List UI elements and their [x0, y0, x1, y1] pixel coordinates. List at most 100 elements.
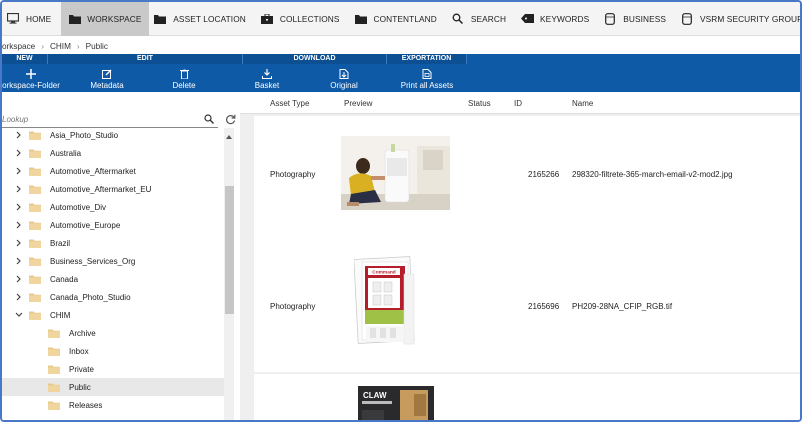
chevron-right-icon[interactable]: [14, 202, 24, 212]
folder-icon: [48, 329, 60, 338]
tree-item[interactable]: Brazil: [2, 234, 224, 252]
chevron-right-icon[interactable]: [14, 256, 24, 266]
chevron-down-icon[interactable]: [14, 310, 24, 320]
table-row[interactable]: Photography Command 2165696 PH209-28NA_C…: [254, 240, 800, 372]
tree-item[interactable]: Automotive_Div: [2, 198, 224, 216]
basket-button[interactable]: Basket: [246, 66, 288, 92]
table-header: Asset Type Preview Status ID Name: [240, 92, 800, 114]
edit-icon: [102, 69, 112, 79]
lookup-input[interactable]: [2, 112, 192, 127]
tree-item[interactable]: Asia_Photo_Studio: [2, 126, 224, 144]
asset-preview-image[interactable]: [341, 136, 450, 210]
tree-item-label: Automotive_Europe: [50, 220, 121, 230]
folder-icon: [48, 383, 60, 392]
tree-item[interactable]: Canada_Photo_Studio: [2, 288, 224, 306]
nav-workspace[interactable]: WORKSPACE: [61, 2, 150, 36]
app-window: HOME WORKSPACE ASSET LOCATION COLLECTION…: [0, 0, 802, 422]
tree-item-label: Archive: [69, 328, 96, 338]
folder-tree: Asia_Photo_Studio Australia Automotive_Aft…: [2, 126, 224, 414]
top-nav: HOME WORKSPACE ASSET LOCATION COLLECTION…: [2, 2, 800, 36]
original-button[interactable]: Original: [322, 66, 366, 92]
col-id[interactable]: ID: [514, 99, 522, 108]
tree-item-label: Automotive_Div: [50, 202, 107, 212]
nav-workspace-label: WORKSPACE: [87, 13, 142, 24]
breadcrumb-chim[interactable]: CHIM: [50, 42, 71, 51]
chevron-right-icon[interactable]: [14, 238, 24, 248]
nav-home[interactable]: HOME: [2, 2, 61, 36]
cell-asset-type: Photography: [270, 170, 316, 179]
nav-search[interactable]: SEARCH: [447, 2, 516, 36]
tree-item[interactable]: Private: [2, 360, 224, 378]
chevron-right-icon: ›: [41, 41, 44, 51]
tree-item-label: Automotive_Aftermarket: [50, 166, 136, 176]
tree-item[interactable]: CHIM: [2, 306, 224, 324]
chevron-right-icon[interactable]: [14, 166, 24, 176]
asset-preview-image[interactable]: CLAW: [356, 386, 436, 420]
folder-icon: [29, 239, 41, 248]
col-status[interactable]: Status: [468, 99, 491, 108]
nav-vsrm-security-groups[interactable]: VSRM SECURITY GROUPS: [676, 2, 800, 36]
folder-icon: [48, 401, 60, 410]
delete-label: Delete: [172, 80, 196, 90]
tree-item-label: Canada: [50, 274, 79, 284]
tree-item-label: Private: [69, 364, 94, 374]
tree-item[interactable]: Inbox: [2, 342, 224, 360]
tree-item[interactable]: Archive: [2, 324, 224, 342]
cell-name[interactable]: 298320-filtrete-365-march-email-v2-mod2.…: [572, 170, 733, 179]
tree-item-label: Public: [69, 382, 91, 392]
chevron-right-icon[interactable]: [14, 220, 24, 230]
tree-item[interactable]: Canada: [2, 270, 224, 288]
nav-keywords-label: KEYWORDS: [540, 13, 590, 24]
folder-icon: [29, 311, 41, 320]
database-icon: [680, 12, 694, 25]
new-workspace-folder-button[interactable]: orkspace-Folder: [2, 66, 60, 92]
nav-contentland[interactable]: CONTENTLAND: [350, 2, 447, 36]
folder-icon: [29, 275, 41, 284]
tree-item[interactable]: Business_Services_Org: [2, 252, 224, 270]
chevron-right-icon[interactable]: [14, 148, 24, 158]
breadcrumb-public[interactable]: Public: [86, 42, 108, 51]
briefcase-icon: [260, 13, 274, 25]
tree-item[interactable]: Releases: [2, 396, 224, 414]
folder-icon: [48, 365, 60, 374]
cell-name[interactable]: PH209-28NA_CFIP_RGB.tif: [572, 302, 672, 311]
breadcrumb-workspace[interactable]: orkspace: [2, 42, 35, 51]
tree-item[interactable]: Automotive_Europe: [2, 216, 224, 234]
basket-label: Basket: [254, 80, 280, 90]
delete-button[interactable]: Delete: [162, 66, 206, 92]
col-preview[interactable]: Preview: [344, 99, 372, 108]
nav-business[interactable]: BUSINESS: [599, 2, 676, 36]
tree-item[interactable]: Automotive_Aftermarket_EU: [2, 180, 224, 198]
search-icon[interactable]: [204, 114, 214, 126]
chevron-right-icon[interactable]: [14, 274, 24, 284]
trash-icon: [179, 68, 189, 79]
col-asset-type[interactable]: Asset Type: [270, 99, 309, 108]
nav-business-label: BUSINESS: [623, 13, 667, 24]
table-row[interactable]: Photography 2165266 298320-filtrete-365-…: [254, 116, 800, 240]
chevron-right-icon[interactable]: [14, 292, 24, 302]
chevron-right-icon[interactable]: [14, 130, 24, 140]
folder-icon: [29, 167, 41, 176]
nav-asset-location-label: ASSET LOCATION: [173, 13, 246, 24]
col-name[interactable]: Name: [572, 99, 593, 108]
tree-scrollbar-thumb[interactable]: [225, 186, 234, 314]
group-download-label: DOWNLOAD: [243, 54, 387, 64]
tree-item[interactable]: Automotive_Aftermarket: [2, 162, 224, 180]
metadata-button[interactable]: Metadata: [84, 66, 130, 92]
print-all-assets-button[interactable]: Print all Assets: [396, 66, 458, 92]
group-new-label: NEW: [2, 54, 48, 64]
tree-item[interactable]: Australia: [2, 144, 224, 162]
scroll-up-arrow-icon[interactable]: [226, 132, 232, 141]
nav-collections[interactable]: COLLECTIONS: [256, 2, 350, 36]
breadcrumb: orkspace › CHIM › Public: [2, 38, 114, 54]
folder-icon: [48, 347, 60, 356]
chevron-right-icon[interactable]: [14, 184, 24, 194]
refresh-icon[interactable]: [225, 114, 236, 127]
tree-item[interactable]: Public: [2, 378, 224, 396]
asset-preview-image[interactable]: Command: [354, 254, 426, 358]
nav-asset-location[interactable]: ASSET LOCATION: [149, 2, 256, 36]
table-row[interactable]: CLAW: [254, 374, 800, 420]
nav-keywords[interactable]: KEYWORDS: [516, 2, 599, 36]
plus-icon: [26, 68, 36, 79]
nav-search-label: SEARCH: [470, 13, 507, 24]
